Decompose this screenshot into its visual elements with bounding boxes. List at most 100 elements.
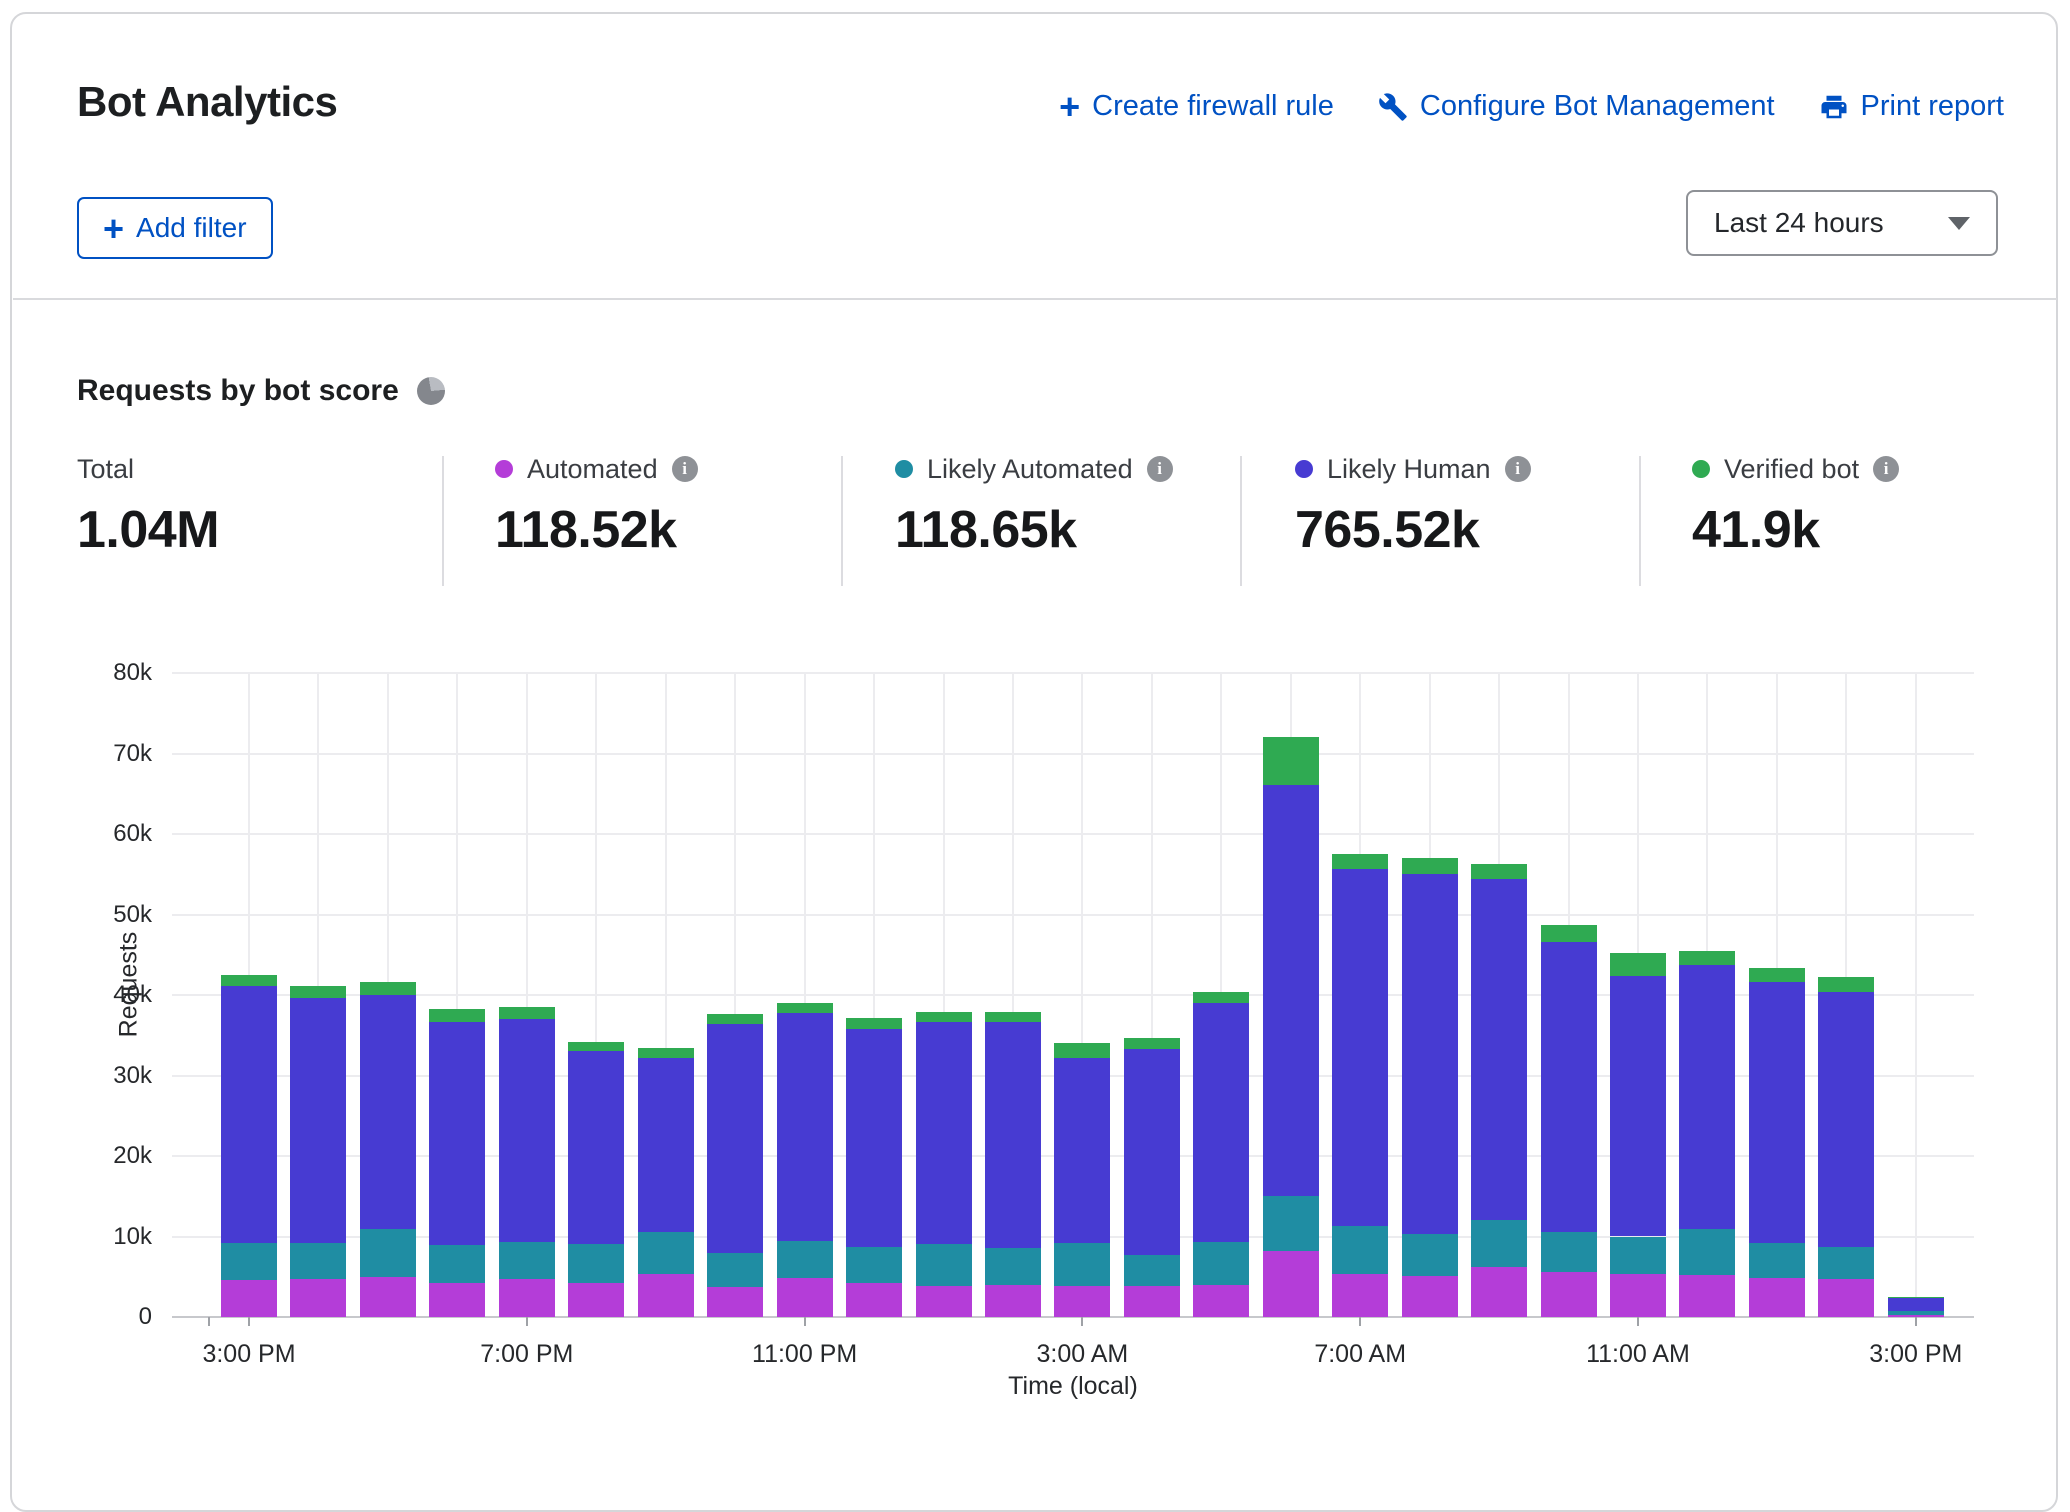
bar-segment-likely-human[interactable]: [1124, 1049, 1180, 1255]
bar-segment-verified-bot[interactable]: [1193, 992, 1249, 1003]
bar-segment-automated[interactable]: [1471, 1267, 1527, 1317]
bar-segment-automated[interactable]: [707, 1287, 763, 1317]
bar-segment-automated[interactable]: [360, 1277, 416, 1317]
bar-segment-automated[interactable]: [1332, 1274, 1388, 1317]
bar-segment-likely-human[interactable]: [846, 1029, 902, 1247]
bar-segment-likely-human[interactable]: [1541, 942, 1597, 1233]
bar-segment-likely-human[interactable]: [638, 1058, 694, 1232]
bar-segment-automated[interactable]: [568, 1283, 624, 1317]
bar-segment-verified-bot[interactable]: [1749, 968, 1805, 982]
bar-segment-verified-bot[interactable]: [1471, 864, 1527, 879]
bar-segment-likely-automated[interactable]: [1888, 1311, 1944, 1315]
bar-segment-verified-bot[interactable]: [916, 1012, 972, 1022]
bar-segment-automated[interactable]: [221, 1280, 277, 1317]
bar-segment-likely-human[interactable]: [1193, 1003, 1249, 1242]
bar-segment-verified-bot[interactable]: [777, 1003, 833, 1013]
bar-segment-verified-bot[interactable]: [1679, 951, 1735, 965]
bar-segment-automated[interactable]: [1749, 1278, 1805, 1317]
bar-segment-likely-automated[interactable]: [1402, 1234, 1458, 1276]
bar-segment-verified-bot[interactable]: [360, 982, 416, 995]
bar-segment-automated[interactable]: [499, 1279, 555, 1317]
bar-segment-automated[interactable]: [1679, 1275, 1735, 1317]
bar-segment-verified-bot[interactable]: [1818, 977, 1874, 991]
bar-segment-verified-bot[interactable]: [1124, 1038, 1180, 1048]
bar-segment-verified-bot[interactable]: [707, 1014, 763, 1024]
info-icon[interactable]: i: [1147, 456, 1173, 482]
bar-segment-likely-human[interactable]: [777, 1013, 833, 1242]
bar-segment-verified-bot[interactable]: [1263, 737, 1319, 784]
bar-segment-likely-automated[interactable]: [1193, 1242, 1249, 1285]
bar-segment-verified-bot[interactable]: [638, 1048, 694, 1058]
bar-segment-likely-automated[interactable]: [1332, 1226, 1388, 1273]
bar-segment-likely-human[interactable]: [1054, 1058, 1110, 1243]
bar-segment-automated[interactable]: [777, 1278, 833, 1317]
time-range-select[interactable]: Last 24 hours: [1686, 190, 1998, 256]
bar-segment-likely-automated[interactable]: [290, 1243, 346, 1279]
bar-segment-automated[interactable]: [1610, 1274, 1666, 1317]
bar-segment-likely-human[interactable]: [1749, 982, 1805, 1243]
bar-segment-likely-automated[interactable]: [777, 1241, 833, 1278]
bar-segment-likely-automated[interactable]: [1263, 1196, 1319, 1251]
bar-segment-likely-human[interactable]: [985, 1022, 1041, 1247]
bar-segment-automated[interactable]: [290, 1279, 346, 1317]
bar-segment-likely-human[interactable]: [290, 998, 346, 1243]
bar-segment-likely-automated[interactable]: [916, 1244, 972, 1286]
bar-segment-likely-human[interactable]: [1888, 1298, 1944, 1311]
bar-segment-automated[interactable]: [1541, 1272, 1597, 1317]
bar-segment-likely-automated[interactable]: [568, 1244, 624, 1283]
bar-segment-likely-human[interactable]: [707, 1024, 763, 1253]
bar-segment-automated[interactable]: [1054, 1286, 1110, 1317]
bar-segment-likely-automated[interactable]: [985, 1248, 1041, 1285]
bar-segment-verified-bot[interactable]: [221, 975, 277, 986]
create-firewall-rule-link[interactable]: + Create firewall rule: [1059, 90, 1334, 123]
bar-segment-verified-bot[interactable]: [1541, 925, 1597, 942]
bar-segment-likely-automated[interactable]: [1124, 1255, 1180, 1286]
bar-segment-automated[interactable]: [846, 1283, 902, 1317]
bar-segment-verified-bot[interactable]: [429, 1009, 485, 1023]
bar-segment-likely-human[interactable]: [916, 1022, 972, 1243]
bar-segment-likely-automated[interactable]: [429, 1245, 485, 1283]
bar-segment-verified-bot[interactable]: [1610, 953, 1666, 976]
bar-segment-verified-bot[interactable]: [985, 1012, 1041, 1022]
bar-segment-likely-automated[interactable]: [1471, 1220, 1527, 1267]
info-icon[interactable]: i: [672, 456, 698, 482]
bar-segment-verified-bot[interactable]: [568, 1042, 624, 1052]
bar-segment-likely-human[interactable]: [1679, 965, 1735, 1229]
bar-segment-verified-bot[interactable]: [1888, 1297, 1944, 1298]
bar-segment-likely-automated[interactable]: [638, 1232, 694, 1274]
bar-segment-likely-human[interactable]: [1818, 992, 1874, 1247]
bar-segment-automated[interactable]: [985, 1285, 1041, 1317]
bar-segment-likely-human[interactable]: [1471, 879, 1527, 1220]
bar-segment-likely-automated[interactable]: [499, 1242, 555, 1279]
bar-segment-likely-human[interactable]: [1610, 976, 1666, 1237]
bar-segment-automated[interactable]: [1263, 1251, 1319, 1317]
bar-segment-likely-human[interactable]: [1332, 869, 1388, 1226]
bar-segment-likely-automated[interactable]: [1818, 1247, 1874, 1279]
bar-segment-likely-automated[interactable]: [360, 1229, 416, 1276]
bar-segment-automated[interactable]: [916, 1286, 972, 1317]
bar-segment-likely-human[interactable]: [221, 986, 277, 1243]
configure-bot-management-link[interactable]: Configure Bot Management: [1378, 90, 1775, 123]
bar-segment-verified-bot[interactable]: [1402, 858, 1458, 874]
bar-segment-automated[interactable]: [1818, 1279, 1874, 1317]
bar-segment-automated[interactable]: [1888, 1315, 1944, 1317]
bar-segment-likely-human[interactable]: [1263, 785, 1319, 1196]
bar-segment-likely-automated[interactable]: [707, 1253, 763, 1288]
bar-segment-verified-bot[interactable]: [1332, 854, 1388, 868]
bar-segment-likely-human[interactable]: [1402, 874, 1458, 1234]
info-icon[interactable]: i: [1873, 456, 1899, 482]
bar-segment-likely-automated[interactable]: [221, 1243, 277, 1280]
bar-segment-automated[interactable]: [1402, 1276, 1458, 1317]
bar-segment-likely-human[interactable]: [568, 1051, 624, 1243]
print-report-link[interactable]: Print report: [1819, 90, 2004, 123]
bar-segment-verified-bot[interactable]: [1054, 1043, 1110, 1057]
bar-segment-likely-automated[interactable]: [1679, 1229, 1735, 1275]
bar-segment-verified-bot[interactable]: [290, 986, 346, 998]
bar-segment-automated[interactable]: [429, 1283, 485, 1317]
bar-segment-verified-bot[interactable]: [499, 1007, 555, 1019]
bar-segment-automated[interactable]: [638, 1274, 694, 1317]
bar-segment-automated[interactable]: [1193, 1285, 1249, 1317]
bar-segment-automated[interactable]: [1124, 1286, 1180, 1317]
bar-segment-verified-bot[interactable]: [846, 1018, 902, 1028]
bar-segment-likely-automated[interactable]: [1054, 1243, 1110, 1286]
